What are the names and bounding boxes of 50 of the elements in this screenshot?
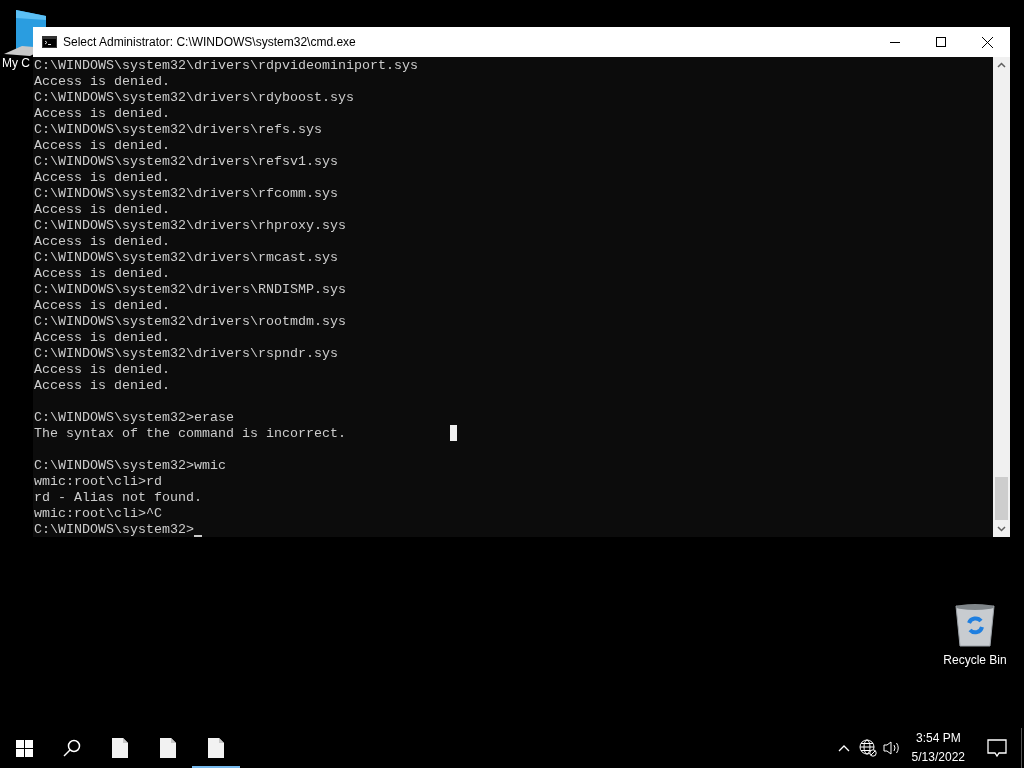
console-line: C:\WINDOWS\system32> [34,522,194,538]
console-line: Access is denied. [34,138,170,154]
console-line: C:\WINDOWS\system32\drivers\rdyboost.sys [34,90,354,106]
recycle-bin-icon [955,603,995,647]
notification-icon[interactable] [987,738,1007,758]
document-icon [160,738,176,758]
console-line: Access is denied. [34,266,170,282]
globe-icon[interactable] [858,739,877,757]
maximize-icon [936,37,946,47]
console-line: C:\WINDOWS\system32\drivers\rfcomm.sys [34,186,338,202]
text-cursor [193,535,202,537]
console-line: wmic:root\cli>rd [34,474,162,490]
console-line: Access is denied. [34,330,170,346]
scrollbar-thumb[interactable] [995,477,1008,520]
text-cursor-icon [450,425,457,441]
console-line: The syntax of the command is incorrect. [34,426,346,442]
console-line: C:\WINDOWS\system32\drivers\refsv1.sys [34,154,338,170]
document-icon [208,738,224,758]
console-icon [42,36,57,48]
speaker-icon[interactable] [882,740,901,756]
windows-logo-icon [15,739,33,757]
clock-date[interactable]: 5/13/2022 [911,748,965,767]
console-line: Access is denied. [34,202,170,218]
console-line: C:\WINDOWS\system32\drivers\RNDISMP.sys [34,282,346,298]
console-line: C:\WINDOWS\system32\drivers\rootmdm.sys [34,314,346,330]
console-line: C:\WINDOWS\system32\drivers\refs.sys [34,122,322,138]
console-line: C:\WINDOWS\system32\drivers\rhproxy.sys [34,218,346,234]
window-title: Select Administrator: C:\WINDOWS\system32\cmd.exe [63,35,357,49]
console-line: Access is denied. [34,106,170,122]
console-line: C:\WINDOWS\system32>wmic [34,458,226,474]
chevron-up-icon[interactable] [837,744,850,752]
console-line: rd - Alias not found. [34,490,202,506]
console-line: Access is denied. [34,362,170,378]
scrollbar[interactable] [993,57,1010,537]
document-icon [112,738,128,758]
console-line: Access is denied. [34,74,170,90]
close-icon [981,36,993,48]
console-line: Access is denied. [34,170,170,186]
desktop-icon-label: Recycle Bin [943,653,1007,667]
console-line: Access is denied. [34,234,170,250]
console-line: C:\WINDOWS\system32>erase [34,410,234,426]
console-line: C:\WINDOWS\system32\drivers\rdpvideominiport.sys [34,58,418,74]
console-line: C:\WINDOWS\system32\drivers\rmcast.sys [34,250,338,266]
desktop-icon-label: My C [2,56,30,70]
console-line: wmic:root\cli>^C [34,506,162,522]
search-icon [63,739,81,757]
console-line: Access is denied. [34,298,170,314]
console-line: Access is denied. [34,378,170,394]
clock-time[interactable]: 3:54 PM [915,729,961,748]
console-line: C:\WINDOWS\system32\drivers\rspndr.sys [34,346,338,362]
